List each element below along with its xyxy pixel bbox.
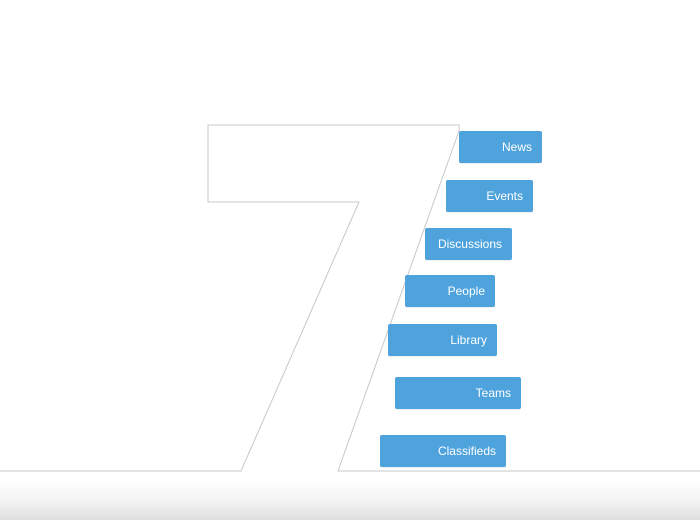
news-tag[interactable]: News: [459, 131, 542, 163]
classifieds-tag[interactable]: Classifieds: [380, 435, 506, 467]
teams-tag[interactable]: Teams: [395, 377, 521, 409]
people-tag[interactable]: People: [405, 275, 495, 307]
diagram-canvas: News Events Discussions People Library T…: [0, 0, 700, 520]
seven-outline-shape: [0, 124, 700, 472]
discussions-tag[interactable]: Discussions: [425, 228, 512, 260]
bottom-shadow: [0, 480, 700, 520]
library-tag[interactable]: Library: [388, 324, 497, 356]
events-tag[interactable]: Events: [446, 180, 533, 212]
